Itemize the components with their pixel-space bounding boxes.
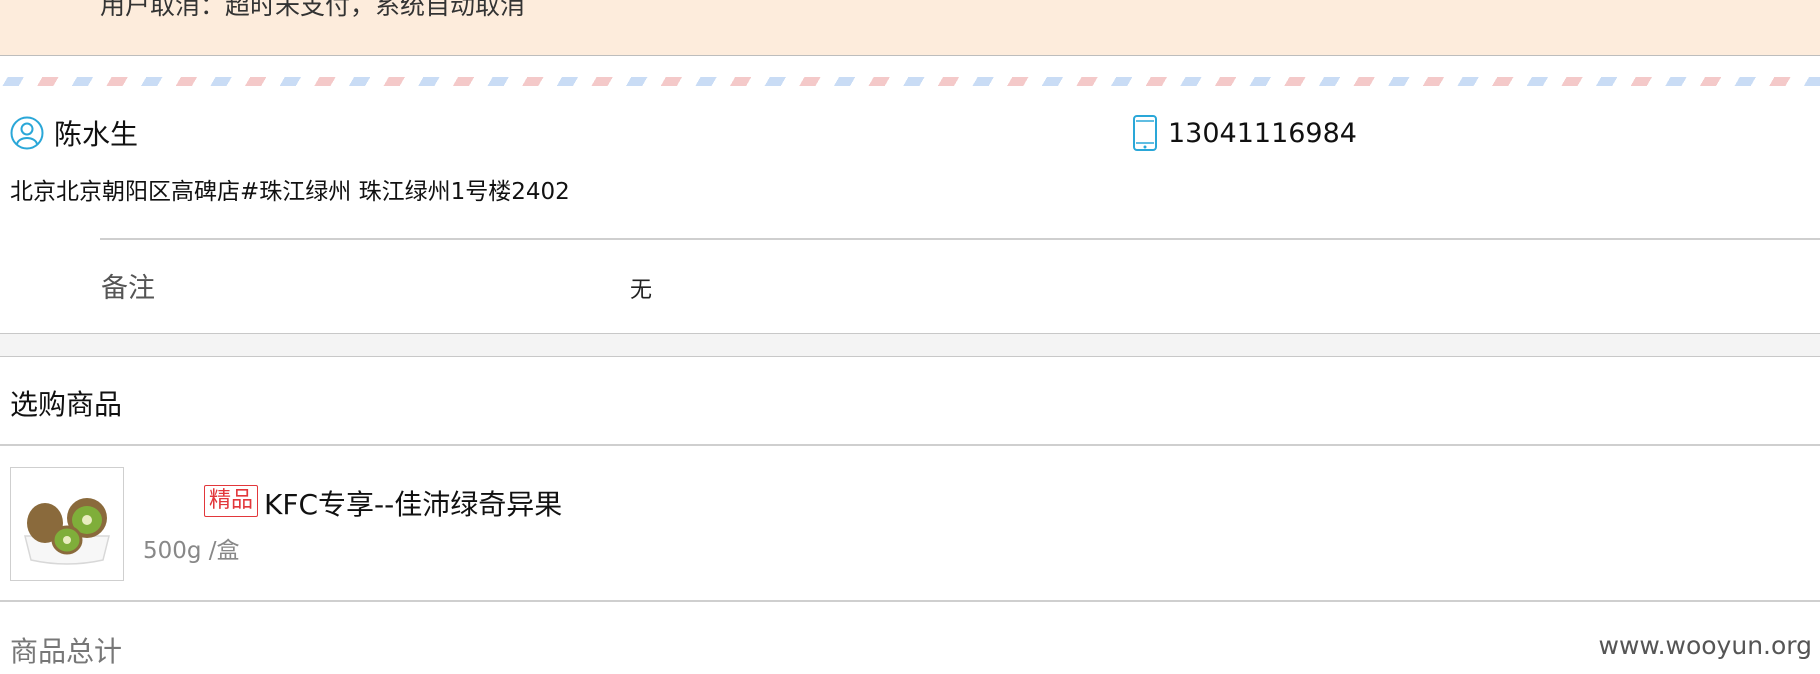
premium-tag: 精品: [204, 485, 259, 517]
order-status-notice: 用户取消：超时未支付，系统自动取消: [0, 0, 1820, 56]
divider: [0, 444, 1820, 446]
kiwi-fruit-image: [24, 498, 110, 565]
recipient-name-row: 陈水生: [10, 113, 138, 153]
products-section-title: 选购商品: [10, 388, 123, 421]
user-circle-icon: [10, 116, 44, 150]
delivery-address: 北京北京朝阳区高碑店#珠江绿州 珠江绿州1号楼2402: [10, 179, 570, 205]
product-name[interactable]: KFC专享--佳沛绿奇异果: [264, 483, 562, 523]
remark-label: 备注: [101, 273, 155, 304]
product-thumbnail[interactable]: [10, 467, 124, 581]
divider: [0, 600, 1820, 602]
airmail-stripe-divider: [0, 77, 1820, 86]
mobile-phone-icon: [1133, 115, 1157, 151]
product-total-label: 商品总计: [10, 635, 123, 668]
section-gap: [0, 333, 1820, 357]
remark-value: 无: [630, 278, 653, 303]
recipient-phone[interactable]: 13041116984: [1168, 118, 1357, 149]
product-spec: 500g /盒: [143, 538, 240, 564]
watermark: www.wooyun.org: [1598, 631, 1812, 660]
recipient-name: 陈水生: [54, 118, 139, 151]
recipient-phone-row[interactable]: 13041116984: [1132, 113, 1357, 153]
notice-text: 用户取消：超时未支付，系统自动取消: [100, 0, 526, 20]
divider: [100, 238, 1820, 240]
